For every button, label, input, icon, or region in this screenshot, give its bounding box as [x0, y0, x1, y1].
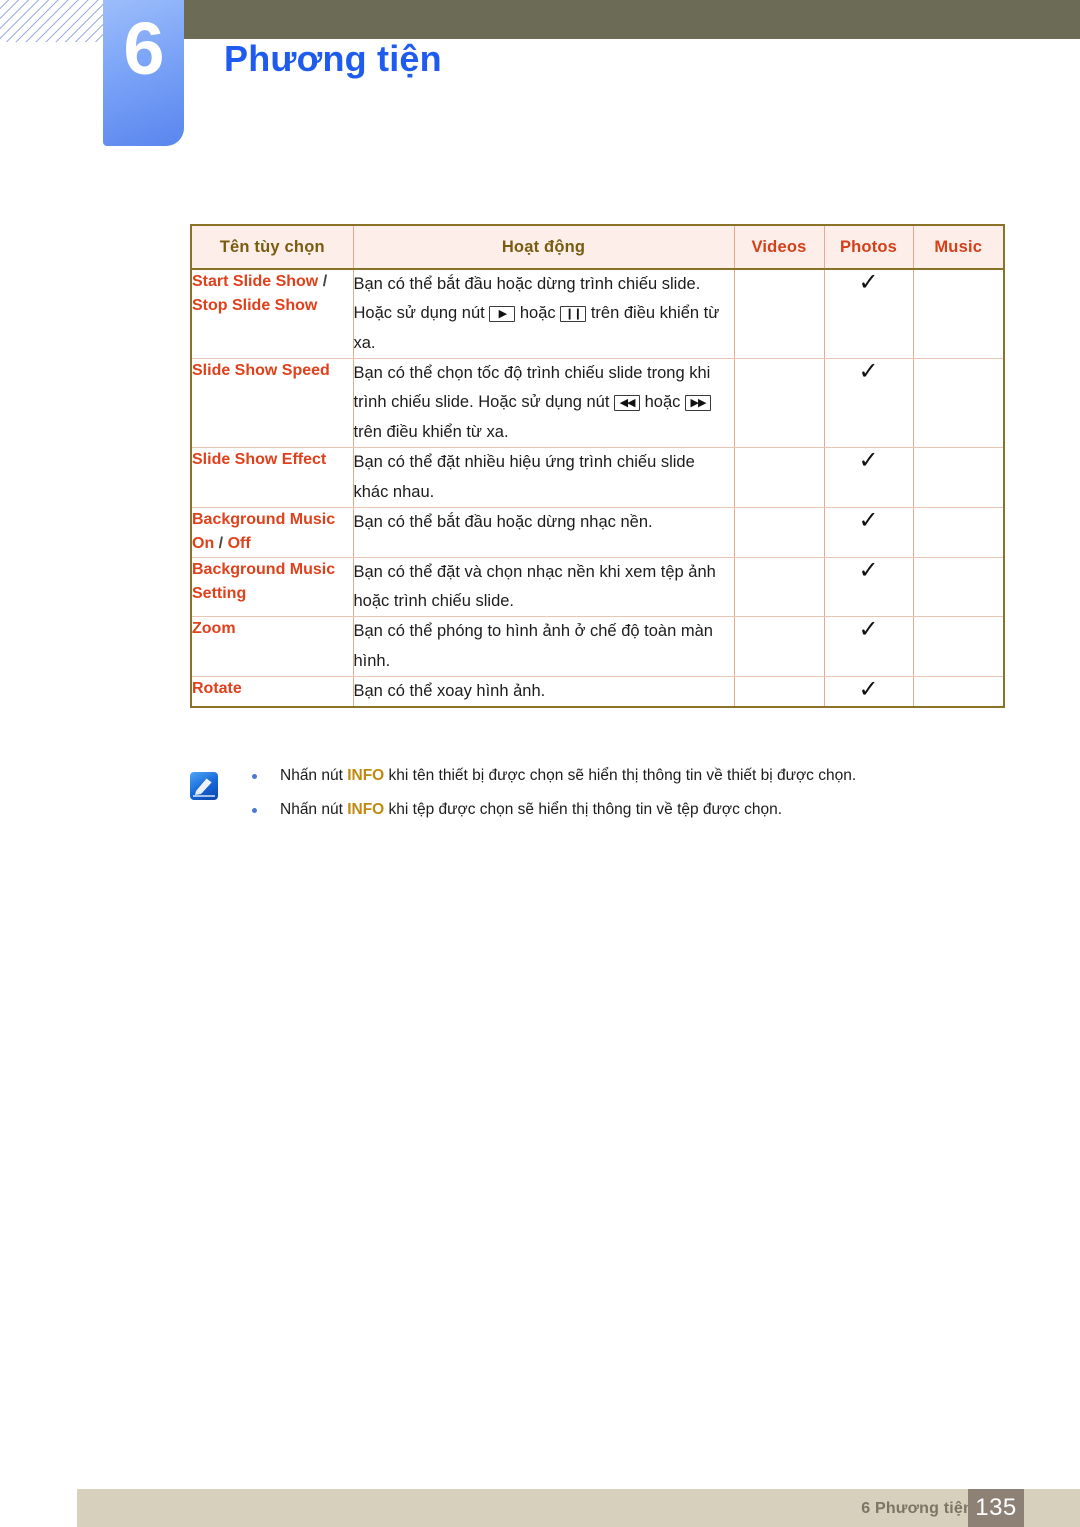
table-row: Zoom Bạn có thể phóng to hình ảnh ở chế đ…	[190, 616, 1005, 677]
note-text-suffix: khi tên thiết bị được chọn sẽ hiển thị t…	[384, 767, 857, 784]
option-name-part: Background Music Setting	[192, 560, 336, 602]
note-text-prefix: Nhấn nút	[280, 800, 348, 818]
decorative-hatch-pattern	[0, 0, 106, 42]
description-text: hoặc	[640, 393, 685, 412]
table-row: Slide Show Effect Bạn có thể đặt nhiều hi…	[190, 447, 1005, 508]
option-name-part: Start Slide Show	[192, 273, 319, 290]
cell-music-support	[912, 268, 1005, 360]
cell-videos-support	[733, 447, 825, 508]
remote-key-icon-2: ▶▶	[684, 395, 711, 412]
option-name-part: Off	[227, 535, 251, 553]
footer-page-number: 135	[968, 1489, 1024, 1527]
table-row: Background Music Setting Bạn có thể đặt v…	[190, 556, 1005, 618]
note-emphasis-info: INFO	[347, 800, 385, 818]
cell-photos-support: ✓	[823, 447, 914, 508]
cell-option-name: Zoom	[190, 616, 354, 677]
remote-key-icon-2: ❙❙	[560, 306, 587, 323]
description-text: Bạn có thể bắt đầu hoặc dừng nhạc nền.	[353, 512, 653, 531]
table-row: Start Slide Show / Stop Slide Show Bạn có…	[190, 268, 1005, 360]
bullet-dot	[252, 774, 257, 779]
description-text: trên điều khiển từ xa.	[353, 422, 509, 441]
column-header-photos: Photos	[823, 224, 914, 270]
cell-videos-support	[733, 616, 825, 677]
header-olive-bar	[184, 0, 1080, 39]
cell-music-support	[912, 358, 1005, 449]
note-text-prefix: Nhấn nút	[280, 767, 348, 784]
chapter-number: 6	[123, 7, 164, 90]
table-header-row: Tên tùy chọn Hoạt động Videos Photos Mus…	[190, 224, 1005, 270]
cell-photos-support: ✓	[823, 268, 914, 360]
cell-videos-support	[733, 675, 825, 709]
cell-operation-description: Bạn có thể phóng to hình ảnh ở chế độ to…	[352, 616, 735, 677]
chapter-tab: 6	[103, 0, 184, 146]
cell-videos-support	[733, 268, 825, 360]
option-name-part: Rotate	[192, 679, 242, 697]
cell-music-support	[912, 447, 1005, 508]
cell-photos-support: ✓	[823, 675, 914, 709]
note-list: Nhấn nút INFO khi tên thiết bị được chọn…	[190, 768, 1003, 817]
page-title: Phương tiện	[224, 38, 442, 79]
bullet-dot	[252, 807, 257, 813]
cell-photos-support: ✓	[823, 506, 914, 558]
cell-operation-description: Bạn có thể bắt đầu hoặc dừng trình chiếu…	[352, 268, 735, 360]
cell-option-name: Start Slide Show / Stop Slide Show	[190, 268, 354, 360]
option-name-part: Zoom	[192, 620, 236, 638]
description-text: Bạn có thể phóng to hình ảnh ở chế độ to…	[353, 622, 713, 670]
cell-photos-support: ✓	[823, 616, 914, 677]
table-row: Background Music On / Off Bạn có thể bắt …	[190, 506, 1005, 558]
description-text: Bạn có thể đặt nhiều hiệu ứng trình chiế…	[353, 453, 695, 501]
option-separator: /	[318, 273, 328, 290]
cell-videos-support	[733, 506, 825, 558]
note-emphasis-info: INFO	[347, 767, 385, 784]
cell-operation-description: Bạn có thể bắt đầu hoặc dừng nhạc nền.	[352, 506, 735, 558]
media-options-table: Tên tùy chọn Hoạt động Videos Photos Mus…	[190, 224, 1005, 709]
cell-option-name: Slide Show Effect	[190, 447, 354, 508]
remote-key-icon-1: ◀◀	[614, 395, 641, 412]
note-text-suffix: khi tệp được chọn sẽ hiển thị thông tin …	[384, 800, 783, 818]
remote-key-icon-1: ▶	[489, 306, 516, 323]
cell-operation-description: Bạn có thể đặt và chọn nhạc nền khi xem …	[352, 556, 735, 618]
cell-option-name: Rotate	[190, 675, 354, 709]
cell-photos-support: ✓	[823, 556, 914, 618]
cell-music-support	[912, 675, 1005, 709]
table-header: Tên tùy chọn Hoạt động Videos Photos Mus…	[190, 224, 1005, 270]
cell-option-name: Background Music On / Off	[190, 506, 354, 558]
column-header-operation: Hoạt động	[352, 224, 735, 270]
cell-option-name: Background Music Setting	[190, 556, 354, 618]
note-block: Nhấn nút INFO khi tên thiết bị được chọn…	[190, 768, 1003, 835]
column-header-music: Music	[912, 224, 1005, 270]
cell-operation-description: Bạn có thể chọn tốc độ trình chiếu slide…	[352, 358, 735, 449]
cell-music-support	[912, 616, 1005, 677]
description-text: Bạn có thể xoay hình ảnh.	[353, 681, 546, 700]
cell-music-support	[912, 506, 1005, 558]
option-name-part: Stop Slide Show	[192, 297, 318, 315]
cell-option-name: Slide Show Speed	[190, 358, 354, 449]
cell-music-support	[912, 556, 1005, 618]
note-item: Nhấn nút INFO khi tệp được chọn sẽ hiển …	[190, 800, 1003, 818]
column-header-videos: Videos	[733, 224, 825, 270]
footer-chapter-label: 6 Phương tiện	[861, 1500, 973, 1517]
description-text: hoặc	[515, 304, 561, 323]
column-header-option-name: Tên tùy chọn	[190, 224, 354, 270]
option-name-part: Slide Show Speed	[192, 362, 330, 380]
option-separator: /	[214, 535, 228, 553]
description-text: Bạn có thể đặt và chọn nhạc nền khi xem …	[353, 562, 716, 610]
option-name-part: Slide Show Effect	[192, 451, 327, 469]
cell-operation-description: Bạn có thể đặt nhiều hiệu ứng trình chiế…	[352, 447, 735, 508]
media-options-table-wrapper: Tên tùy chọn Hoạt động Videos Photos Mus…	[190, 224, 1005, 709]
cell-videos-support	[733, 556, 825, 618]
table-body: Start Slide Show / Stop Slide Show Bạn có…	[190, 268, 1005, 709]
table-row: Rotate Bạn có thể xoay hình ảnh. ✓	[190, 675, 1005, 709]
cell-photos-support: ✓	[823, 358, 914, 449]
cell-operation-description: Bạn có thể xoay hình ảnh.	[352, 675, 735, 709]
note-item: Nhấn nút INFO khi tên thiết bị được chọn…	[190, 768, 1003, 784]
table-row: Slide Show Speed Bạn có thể chọn tốc độ t…	[190, 358, 1005, 449]
cell-videos-support	[733, 358, 825, 449]
